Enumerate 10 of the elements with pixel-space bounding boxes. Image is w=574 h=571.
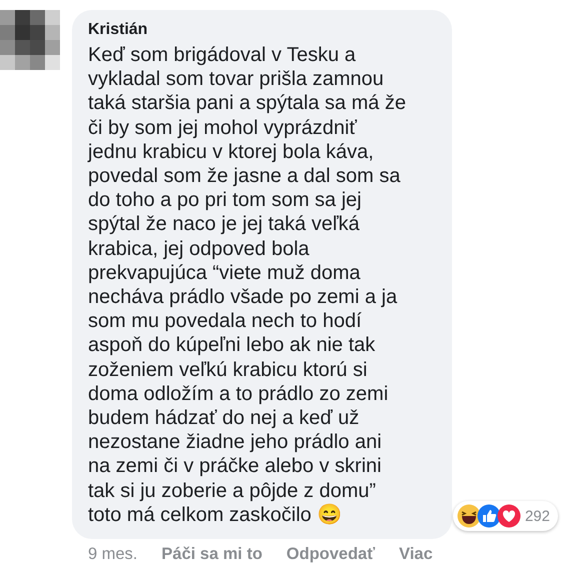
avatar (0, 10, 60, 70)
comment-text: Keď som brigádoval v Tesku a vykladal som tovar prišla zamnou taká staršia pani a spýtala sa má že či by som jej mohol vyprázdniť jednu krabicu v ktorej bola káva, povedal som že jasne a dal som sa do toho a po pri tom som sa jej spýtal že naco je jej taká veľká krabica, jej odpoved bola prekvapujúca “viete muž doma necháva prádlo všade po zemi a ja som mu povedala nech to hodí aspoň do kúpeľni lebo ak nie tak zoženiem veľkú krabicu ktorú si doma odložím a to prádlo zo zemi budem hádzať do nej a keď už nezostane žiadne jeho prádlo ani na zemi či v práčke alebo v skrini tak si ju zoberie a pôjde z domu” toto má celkom zaskočilo 😄 (88, 43, 406, 528)
laughing-face-icon (456, 504, 481, 528)
reactions-badge[interactable]: 292 (452, 501, 558, 532)
author-name[interactable]: Kristián (88, 21, 438, 39)
comment-time[interactable]: 9 mes. (88, 545, 138, 564)
action-link[interactable]: Odpovedať (286, 545, 376, 564)
action-link[interactable]: Viac (399, 545, 433, 564)
thumbs-up-icon (476, 504, 501, 528)
action-link[interactable]: Páči sa mi to (162, 545, 262, 564)
